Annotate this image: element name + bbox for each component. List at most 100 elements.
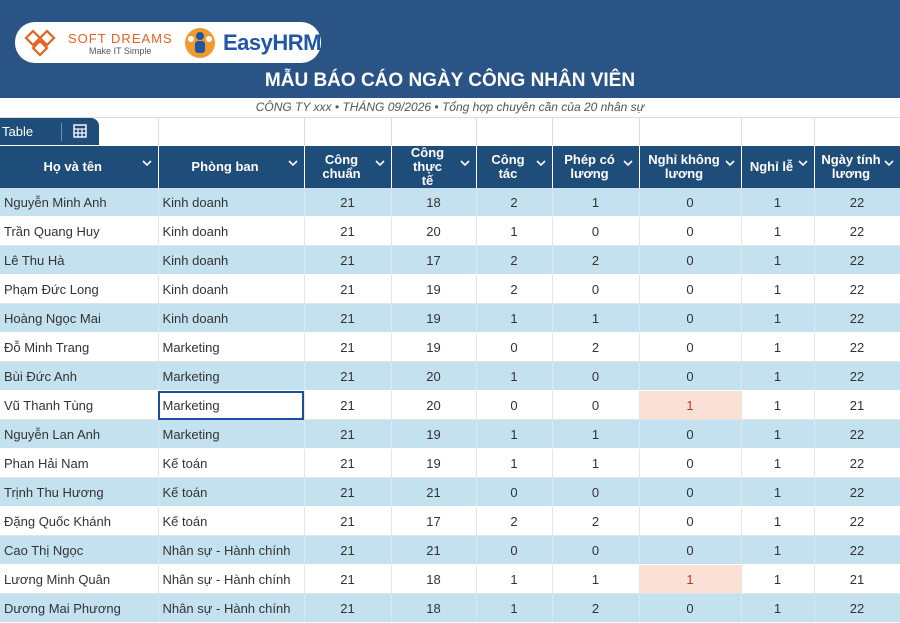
cell-ngay-tinh-luong[interactable]: 22 (814, 332, 900, 362)
cell-nghi-khong-luong[interactable]: 0 (639, 188, 742, 217)
cell-phep-co-luong[interactable]: 2 (552, 506, 640, 536)
column-header-nghi-khong-luong[interactable]: Nghỉ không lương (639, 145, 742, 188)
cell-nghi-le[interactable]: 1 (741, 188, 815, 217)
cell-cong-tac[interactable]: 2 (476, 188, 553, 217)
cell-phong-ban[interactable]: Kế toán (158, 506, 305, 536)
cell-phong-ban[interactable]: Kế toán (158, 477, 305, 507)
cell-ho-ten[interactable]: Đặng Quốc Khánh (0, 506, 159, 536)
cell-nghi-khong-luong[interactable]: 0 (639, 332, 742, 362)
cell-cong-chuan[interactable]: 21 (304, 332, 392, 362)
cell-phong-ban[interactable]: Nhân sự - Hành chính (158, 593, 305, 623)
cell-phep-co-luong[interactable]: 0 (552, 535, 640, 565)
filter-dropdown-icon[interactable] (459, 157, 471, 169)
cell-cong-thuc-te[interactable]: 21 (391, 477, 477, 507)
cell-cong-tac[interactable]: 1 (476, 361, 553, 391)
cell-phep-co-luong[interactable]: 1 (552, 448, 640, 478)
cell-nghi-khong-luong[interactable]: 0 (639, 245, 742, 275)
cell-nghi-le[interactable]: 1 (741, 506, 815, 536)
cell-cong-thuc-te[interactable]: 18 (391, 593, 477, 623)
filter-dropdown-icon[interactable] (883, 157, 895, 169)
cell-ngay-tinh-luong[interactable]: 21 (814, 564, 900, 594)
cell-nghi-le[interactable]: 1 (741, 564, 815, 594)
cell-ngay-tinh-luong[interactable]: 22 (814, 245, 900, 275)
cell-phong-ban[interactable]: Kinh doanh (158, 216, 305, 246)
cell-nghi-le[interactable]: 1 (741, 477, 815, 507)
cell-cong-chuan[interactable]: 21 (304, 303, 392, 333)
cell-cong-thuc-te[interactable]: 19 (391, 419, 477, 449)
cell-ho-ten[interactable]: Dương Mai Phương (0, 593, 159, 623)
cell-phong-ban[interactable]: Marketing (158, 361, 305, 391)
cell-ho-ten[interactable]: Nguyễn Lan Anh (0, 419, 159, 449)
cell-cong-chuan[interactable]: 21 (304, 419, 392, 449)
cell-ngay-tinh-luong[interactable]: 21 (814, 390, 900, 420)
cell-phep-co-luong[interactable]: 1 (552, 188, 640, 217)
cell-nghi-khong-luong[interactable]: 0 (639, 593, 742, 623)
cell-phep-co-luong[interactable]: 1 (552, 564, 640, 594)
cell-cong-tac[interactable]: 2 (476, 274, 553, 304)
cell-cong-thuc-te[interactable]: 20 (391, 361, 477, 391)
cell-nghi-khong-luong[interactable]: 0 (639, 477, 742, 507)
cell-cong-chuan[interactable]: 21 (304, 535, 392, 565)
column-header-ngay-tinh-luong[interactable]: Ngày tính lương (814, 145, 900, 188)
cell-cong-chuan[interactable]: 21 (304, 390, 392, 420)
cell-nghi-khong-luong[interactable]: 0 (639, 216, 742, 246)
cell-phong-ban[interactable]: Kinh doanh (158, 245, 305, 275)
cell-phong-ban[interactable]: Kinh doanh (158, 188, 305, 217)
column-header-cong-tac[interactable]: Công tác (476, 145, 553, 188)
cell-phong-ban[interactable]: Marketing (158, 419, 305, 449)
cell-ngay-tinh-luong[interactable]: 22 (814, 419, 900, 449)
cell-ho-ten[interactable]: Đỗ Minh Trang (0, 332, 159, 362)
fill-handle[interactable] (300, 416, 303, 419)
cell-ngay-tinh-luong[interactable]: 22 (814, 188, 900, 217)
cell-phep-co-luong[interactable]: 0 (552, 274, 640, 304)
cell-nghi-le[interactable]: 1 (741, 361, 815, 391)
cell-cong-chuan[interactable]: 21 (304, 506, 392, 536)
cell-ho-ten[interactable]: Lương Minh Quân (0, 564, 159, 594)
cell-ngay-tinh-luong[interactable]: 22 (814, 593, 900, 623)
cell-nghi-le[interactable]: 1 (741, 535, 815, 565)
filter-dropdown-icon[interactable] (141, 157, 153, 169)
cell-nghi-le[interactable]: 1 (741, 274, 815, 304)
cell-nghi-le[interactable]: 1 (741, 332, 815, 362)
column-header-cong-thuc-te[interactable]: Công thực tế (391, 145, 477, 188)
cell-cong-thuc-te[interactable]: 19 (391, 303, 477, 333)
cell-cong-thuc-te[interactable]: 19 (391, 448, 477, 478)
cell-ngay-tinh-luong[interactable]: 22 (814, 216, 900, 246)
cell-nghi-le[interactable]: 1 (741, 216, 815, 246)
cell-cong-chuan[interactable]: 21 (304, 216, 392, 246)
cell-cong-tac[interactable]: 1 (476, 448, 553, 478)
cell-cong-thuc-te[interactable]: 17 (391, 245, 477, 275)
cell-nghi-khong-luong[interactable]: 0 (639, 419, 742, 449)
cell-cong-chuan[interactable]: 21 (304, 448, 392, 478)
cell-ho-ten[interactable]: Nguyễn Minh Anh (0, 188, 159, 217)
cell-nghi-khong-luong[interactable]: 0 (639, 506, 742, 536)
cell-nghi-khong-luong[interactable]: 0 (639, 274, 742, 304)
cell-nghi-le[interactable]: 1 (741, 419, 815, 449)
table-grid-icon[interactable] (73, 124, 87, 138)
cell-nghi-le[interactable]: 1 (741, 448, 815, 478)
filter-dropdown-icon[interactable] (287, 157, 299, 169)
cell-cong-tac[interactable]: 2 (476, 506, 553, 536)
cell-cong-tac[interactable]: 0 (476, 332, 553, 362)
cell-cong-thuc-te[interactable]: 19 (391, 332, 477, 362)
cell-ho-ten[interactable]: Cao Thị Ngọc (0, 535, 159, 565)
cell-cong-thuc-te[interactable]: 17 (391, 506, 477, 536)
cell-phep-co-luong[interactable]: 0 (552, 216, 640, 246)
cell-phong-ban[interactable]: Kế toán (158, 448, 305, 478)
cell-cong-tac[interactable]: 2 (476, 245, 553, 275)
cell-phep-co-luong[interactable]: 2 (552, 332, 640, 362)
cell-ngay-tinh-luong[interactable]: 22 (814, 361, 900, 391)
column-header-cong-chuan[interactable]: Công chuẩn (304, 145, 392, 188)
cell-cong-chuan[interactable]: 21 (304, 274, 392, 304)
cell-phong-ban[interactable]: Kinh doanh (158, 274, 305, 304)
cell-phep-co-luong[interactable]: 0 (552, 390, 640, 420)
cell-nghi-le[interactable]: 1 (741, 593, 815, 623)
cell-ho-ten[interactable]: Lê Thu Hà (0, 245, 159, 275)
filter-dropdown-icon[interactable] (374, 157, 386, 169)
column-header-phep-co-luong[interactable]: Phép có lương (552, 145, 640, 188)
cell-ho-ten[interactable]: Vũ Thanh Tùng (0, 390, 159, 420)
cell-cong-tac[interactable]: 0 (476, 535, 553, 565)
cell-phep-co-luong[interactable]: 1 (552, 303, 640, 333)
cell-phep-co-luong[interactable]: 2 (552, 245, 640, 275)
cell-phong-ban[interactable]: Kinh doanh (158, 303, 305, 333)
